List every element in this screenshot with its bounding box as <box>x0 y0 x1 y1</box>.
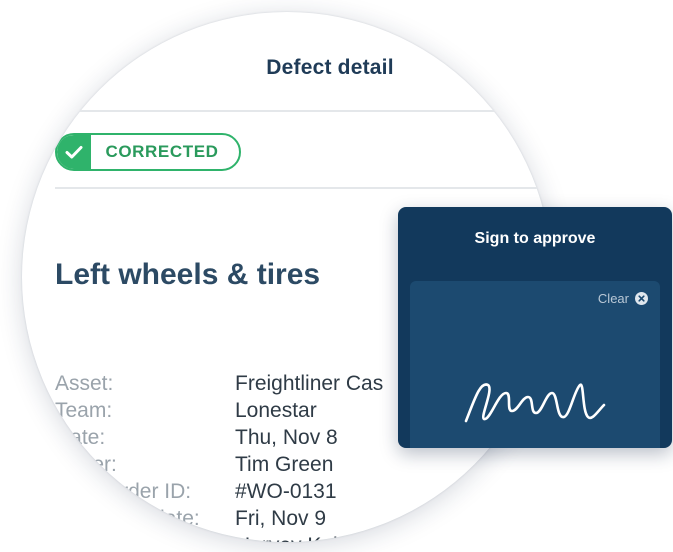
detail-label: Work order ID: <box>55 480 192 503</box>
detail-label: Team: <box>55 399 113 422</box>
signature-pad[interactable]: Clear <box>410 281 660 448</box>
detail-row-corrected-date: Corrected date: Fri, Nov 9 <box>55 505 552 532</box>
page-title: Defect detail <box>266 56 394 79</box>
detail-value: Freightliner Cas <box>235 372 384 395</box>
status-badge: CORRECTED <box>55 133 241 171</box>
detail-label: Date: <box>55 426 106 449</box>
signature-card: Sign to approve Clear <box>398 207 672 448</box>
detail-value: Tim Green <box>235 453 334 476</box>
header-divider <box>22 110 552 112</box>
detail-value: Fri, Nov 9 <box>235 507 327 530</box>
status-divider <box>55 187 552 189</box>
detail-value: Harvey Keitel <box>235 532 360 542</box>
detail-label: Corrected date: <box>55 507 200 530</box>
app-screen: Defect detail CORRECTED Left wheels & ti… <box>0 0 673 552</box>
status-label: CORRECTED <box>105 142 219 161</box>
detail-value: Thu, Nov 8 <box>235 426 338 449</box>
clear-signature-button[interactable]: Clear <box>598 291 648 306</box>
detail-value: #WO-0131 <box>235 480 337 503</box>
check-icon <box>57 135 91 169</box>
signature-title: Sign to approve <box>474 230 596 247</box>
defect-title: Left wheels & tires <box>55 258 321 291</box>
detail-row-driver: Driver: Tim Green <box>55 451 552 478</box>
close-circle-icon <box>635 292 648 305</box>
detail-label: Asset: <box>55 372 114 395</box>
signature-stroke <box>464 383 606 423</box>
detail-label: Driver: <box>55 453 117 476</box>
detail-row-mechanic: Harvey Keitel <box>55 532 552 542</box>
clear-label: Clear <box>597 291 629 306</box>
detail-row-work-order: Work order ID: #WO-0131 <box>55 478 552 505</box>
detail-value: Lonestar <box>235 399 317 422</box>
